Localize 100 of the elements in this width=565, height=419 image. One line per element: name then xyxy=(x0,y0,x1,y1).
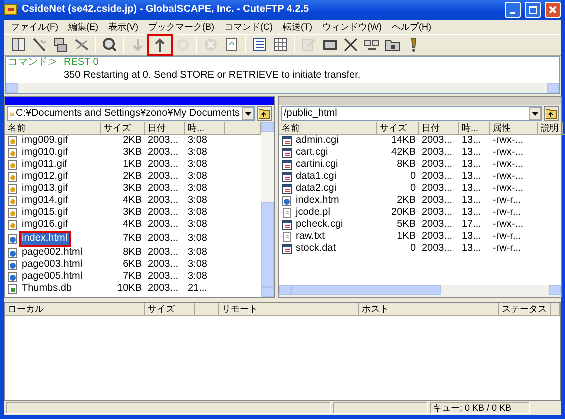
column-header[interactable]: 日付 xyxy=(145,122,185,135)
delete-icon xyxy=(342,37,358,53)
file-name[interactable]: img011.gif xyxy=(21,159,68,171)
file-name[interactable]: stock.dat xyxy=(295,243,338,255)
file-name[interactable]: page005.html xyxy=(21,271,84,283)
column-header[interactable]: サイズ xyxy=(145,303,195,316)
file-name[interactable]: img014.gif xyxy=(21,195,70,207)
table-cell-text: 2003... xyxy=(421,219,454,231)
table-cell-text: 3:08 xyxy=(187,147,208,159)
parent-folder-button[interactable] xyxy=(544,106,559,121)
menu-item[interactable]: ウィンドウ(W) xyxy=(318,21,387,33)
file-name[interactable]: pcheck.cgi xyxy=(295,219,344,231)
file-name[interactable]: img015.gif xyxy=(21,207,70,219)
file-name[interactable]: img010.gif xyxy=(21,147,70,159)
script-file-icon xyxy=(282,136,293,146)
file-name[interactable]: page002.html xyxy=(21,247,84,259)
menu-item[interactable]: ブックマーク(B) xyxy=(144,21,220,33)
image-file-icon xyxy=(8,208,19,218)
table-cell-text: 2003... xyxy=(147,271,180,283)
file-name[interactable]: data2.cgi xyxy=(295,183,338,195)
web-file-icon xyxy=(282,196,293,206)
menu-item[interactable]: ファイル(F) xyxy=(6,21,64,33)
menu-item[interactable]: ヘルプ(H) xyxy=(387,21,436,33)
file-name[interactable]: cart.cgi xyxy=(295,147,330,159)
file-name[interactable]: img012.gif xyxy=(21,171,70,183)
file-name[interactable]: jcode.pl xyxy=(295,207,332,219)
folder-up-icon xyxy=(546,108,557,118)
table-cell-text: -rwx-... xyxy=(492,171,525,183)
table-cell-text: 2003... xyxy=(421,183,454,195)
column-header[interactable]: サイズ xyxy=(377,122,419,135)
file-name[interactable]: Thumbs.db xyxy=(21,283,74,295)
table-cell-text: -rw-r... xyxy=(492,231,522,243)
table-cell-text: 0 xyxy=(409,183,417,195)
column-header[interactable]: 時... xyxy=(185,122,225,135)
table-cell-text: 3KB xyxy=(122,207,143,219)
file-name[interactable]: raw.txt xyxy=(295,231,326,243)
table-cell-text: 21... xyxy=(187,283,208,295)
column-header[interactable]: 日付 xyxy=(419,122,459,135)
table-cell-text: 2003... xyxy=(421,231,454,243)
path-combo[interactable]: /public_html xyxy=(281,106,542,121)
toolbar-button[interactable] xyxy=(148,35,172,55)
script-file-icon xyxy=(282,148,293,158)
script-file-icon xyxy=(282,160,293,170)
menu-item[interactable]: 転送(T) xyxy=(278,21,318,33)
details-view-icon xyxy=(272,37,288,53)
caret-icon xyxy=(244,112,252,116)
table-cell-text: 2003... xyxy=(421,171,454,183)
file-name[interactable]: img013.gif xyxy=(21,183,70,195)
scroll-thumb[interactable] xyxy=(261,202,274,287)
reconnect-icon xyxy=(174,37,190,53)
minimize-button[interactable] xyxy=(505,2,521,18)
column-header[interactable]: 説明 xyxy=(538,122,563,135)
column-header[interactable]: ローカル xyxy=(5,303,145,316)
close-button[interactable] xyxy=(545,2,561,18)
table-cell-text: 13... xyxy=(461,207,482,219)
prompt-label: コマンド:> xyxy=(7,57,58,70)
table-cell-text: 2003... xyxy=(147,135,180,147)
list-view-icon xyxy=(252,37,268,53)
scroll-thumb[interactable] xyxy=(291,285,441,295)
menu-item[interactable]: コマンド(C) xyxy=(220,21,278,33)
script-file-icon xyxy=(282,172,293,182)
dropdown-button[interactable] xyxy=(242,107,254,120)
file-name[interactable]: index.htm xyxy=(295,195,340,207)
table-cell-text: 3:08 xyxy=(187,233,208,245)
wand-icon xyxy=(32,37,48,53)
web-file-icon xyxy=(8,248,19,258)
column-header[interactable]: サイズ xyxy=(101,122,145,135)
column-header[interactable]: 属性 xyxy=(490,122,538,135)
parent-folder-button[interactable] xyxy=(257,106,272,121)
column-header[interactable]: ホスト xyxy=(359,303,499,316)
table-cell-text: 2003... xyxy=(147,159,180,171)
table-cell-text: 3:08 xyxy=(187,183,208,195)
table-cell-text: 3:08 xyxy=(187,219,208,231)
menu-item[interactable]: 表示(V) xyxy=(104,21,144,33)
table-cell-text: 3:08 xyxy=(187,247,208,259)
path-combo[interactable]: C:¥Documents and Settings¥zono¥My Documents xyxy=(7,106,255,121)
column-header[interactable]: リモート xyxy=(219,303,359,316)
table-cell-text: -rwx-... xyxy=(492,159,525,171)
column-header[interactable]: 名前 xyxy=(279,122,377,135)
file-name[interactable]: admin.cgi xyxy=(295,135,340,147)
column-header[interactable]: ステータス xyxy=(499,303,551,316)
menu-item[interactable]: 編集(E) xyxy=(64,21,104,33)
file-name[interactable]: page003.html xyxy=(21,259,84,271)
text-file-icon xyxy=(282,208,293,218)
maximize-button[interactable] xyxy=(525,2,541,18)
table-cell-text: 3:08 xyxy=(187,195,208,207)
column-header[interactable]: 時... xyxy=(459,122,490,135)
file-name[interactable]: index.html xyxy=(21,233,69,245)
file-name[interactable]: data1.cgi xyxy=(295,171,338,183)
table-cell-text: 2003... xyxy=(421,147,454,159)
column-header[interactable]: 名前 xyxy=(5,122,101,135)
file-name[interactable]: cartini.cgi xyxy=(295,159,340,171)
table-cell-text: 2003... xyxy=(147,247,180,259)
table-cell-text: 42KB xyxy=(390,147,417,159)
image-file-icon xyxy=(8,172,19,182)
file-name[interactable]: img016.gif xyxy=(21,219,70,231)
table-cell-text: 2003... xyxy=(147,233,180,245)
dropdown-button[interactable] xyxy=(529,107,541,120)
table-cell-text: 0 xyxy=(409,171,417,183)
file-name[interactable]: img009.gif xyxy=(21,135,70,147)
